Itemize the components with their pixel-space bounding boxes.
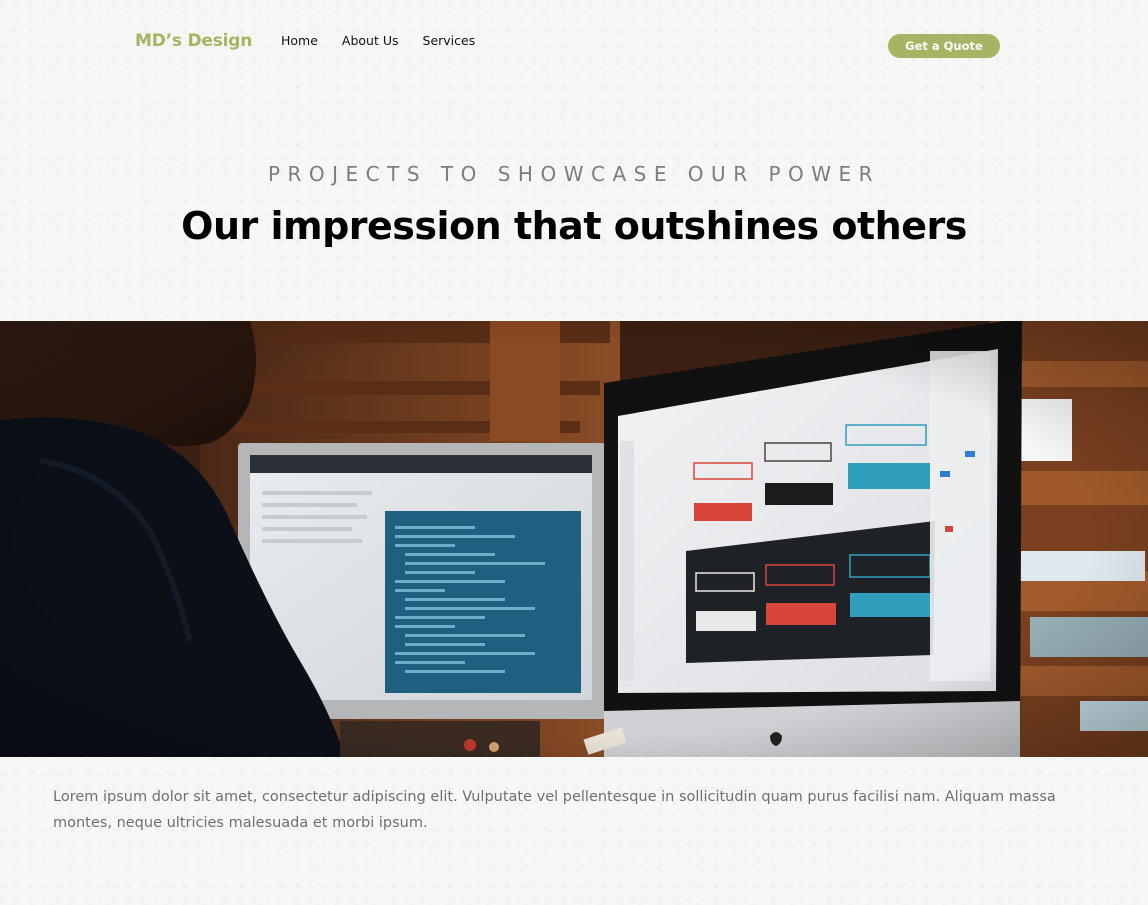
- nav-item-home[interactable]: Home: [281, 33, 318, 48]
- nav-item-about-us[interactable]: About Us: [342, 33, 399, 48]
- hero-image: [0, 321, 1148, 757]
- get-a-quote-button[interactable]: Get a Quote: [888, 34, 1000, 58]
- nav-item-services[interactable]: Services: [423, 33, 476, 48]
- section-headline: Our impression that outshines others: [181, 204, 967, 248]
- brand-logo[interactable]: MD’s Design: [135, 31, 252, 51]
- section-description: Lorem ipsum dolor sit amet, consectetur …: [53, 789, 1056, 831]
- section-eyebrow: PROJECTS TO SHOWCASE OUR POWER: [267, 162, 881, 186]
- main-nav: Home About Us Services: [281, 33, 499, 48]
- site-header: MD’s Design Home About Us Services Get a…: [0, 0, 1148, 90]
